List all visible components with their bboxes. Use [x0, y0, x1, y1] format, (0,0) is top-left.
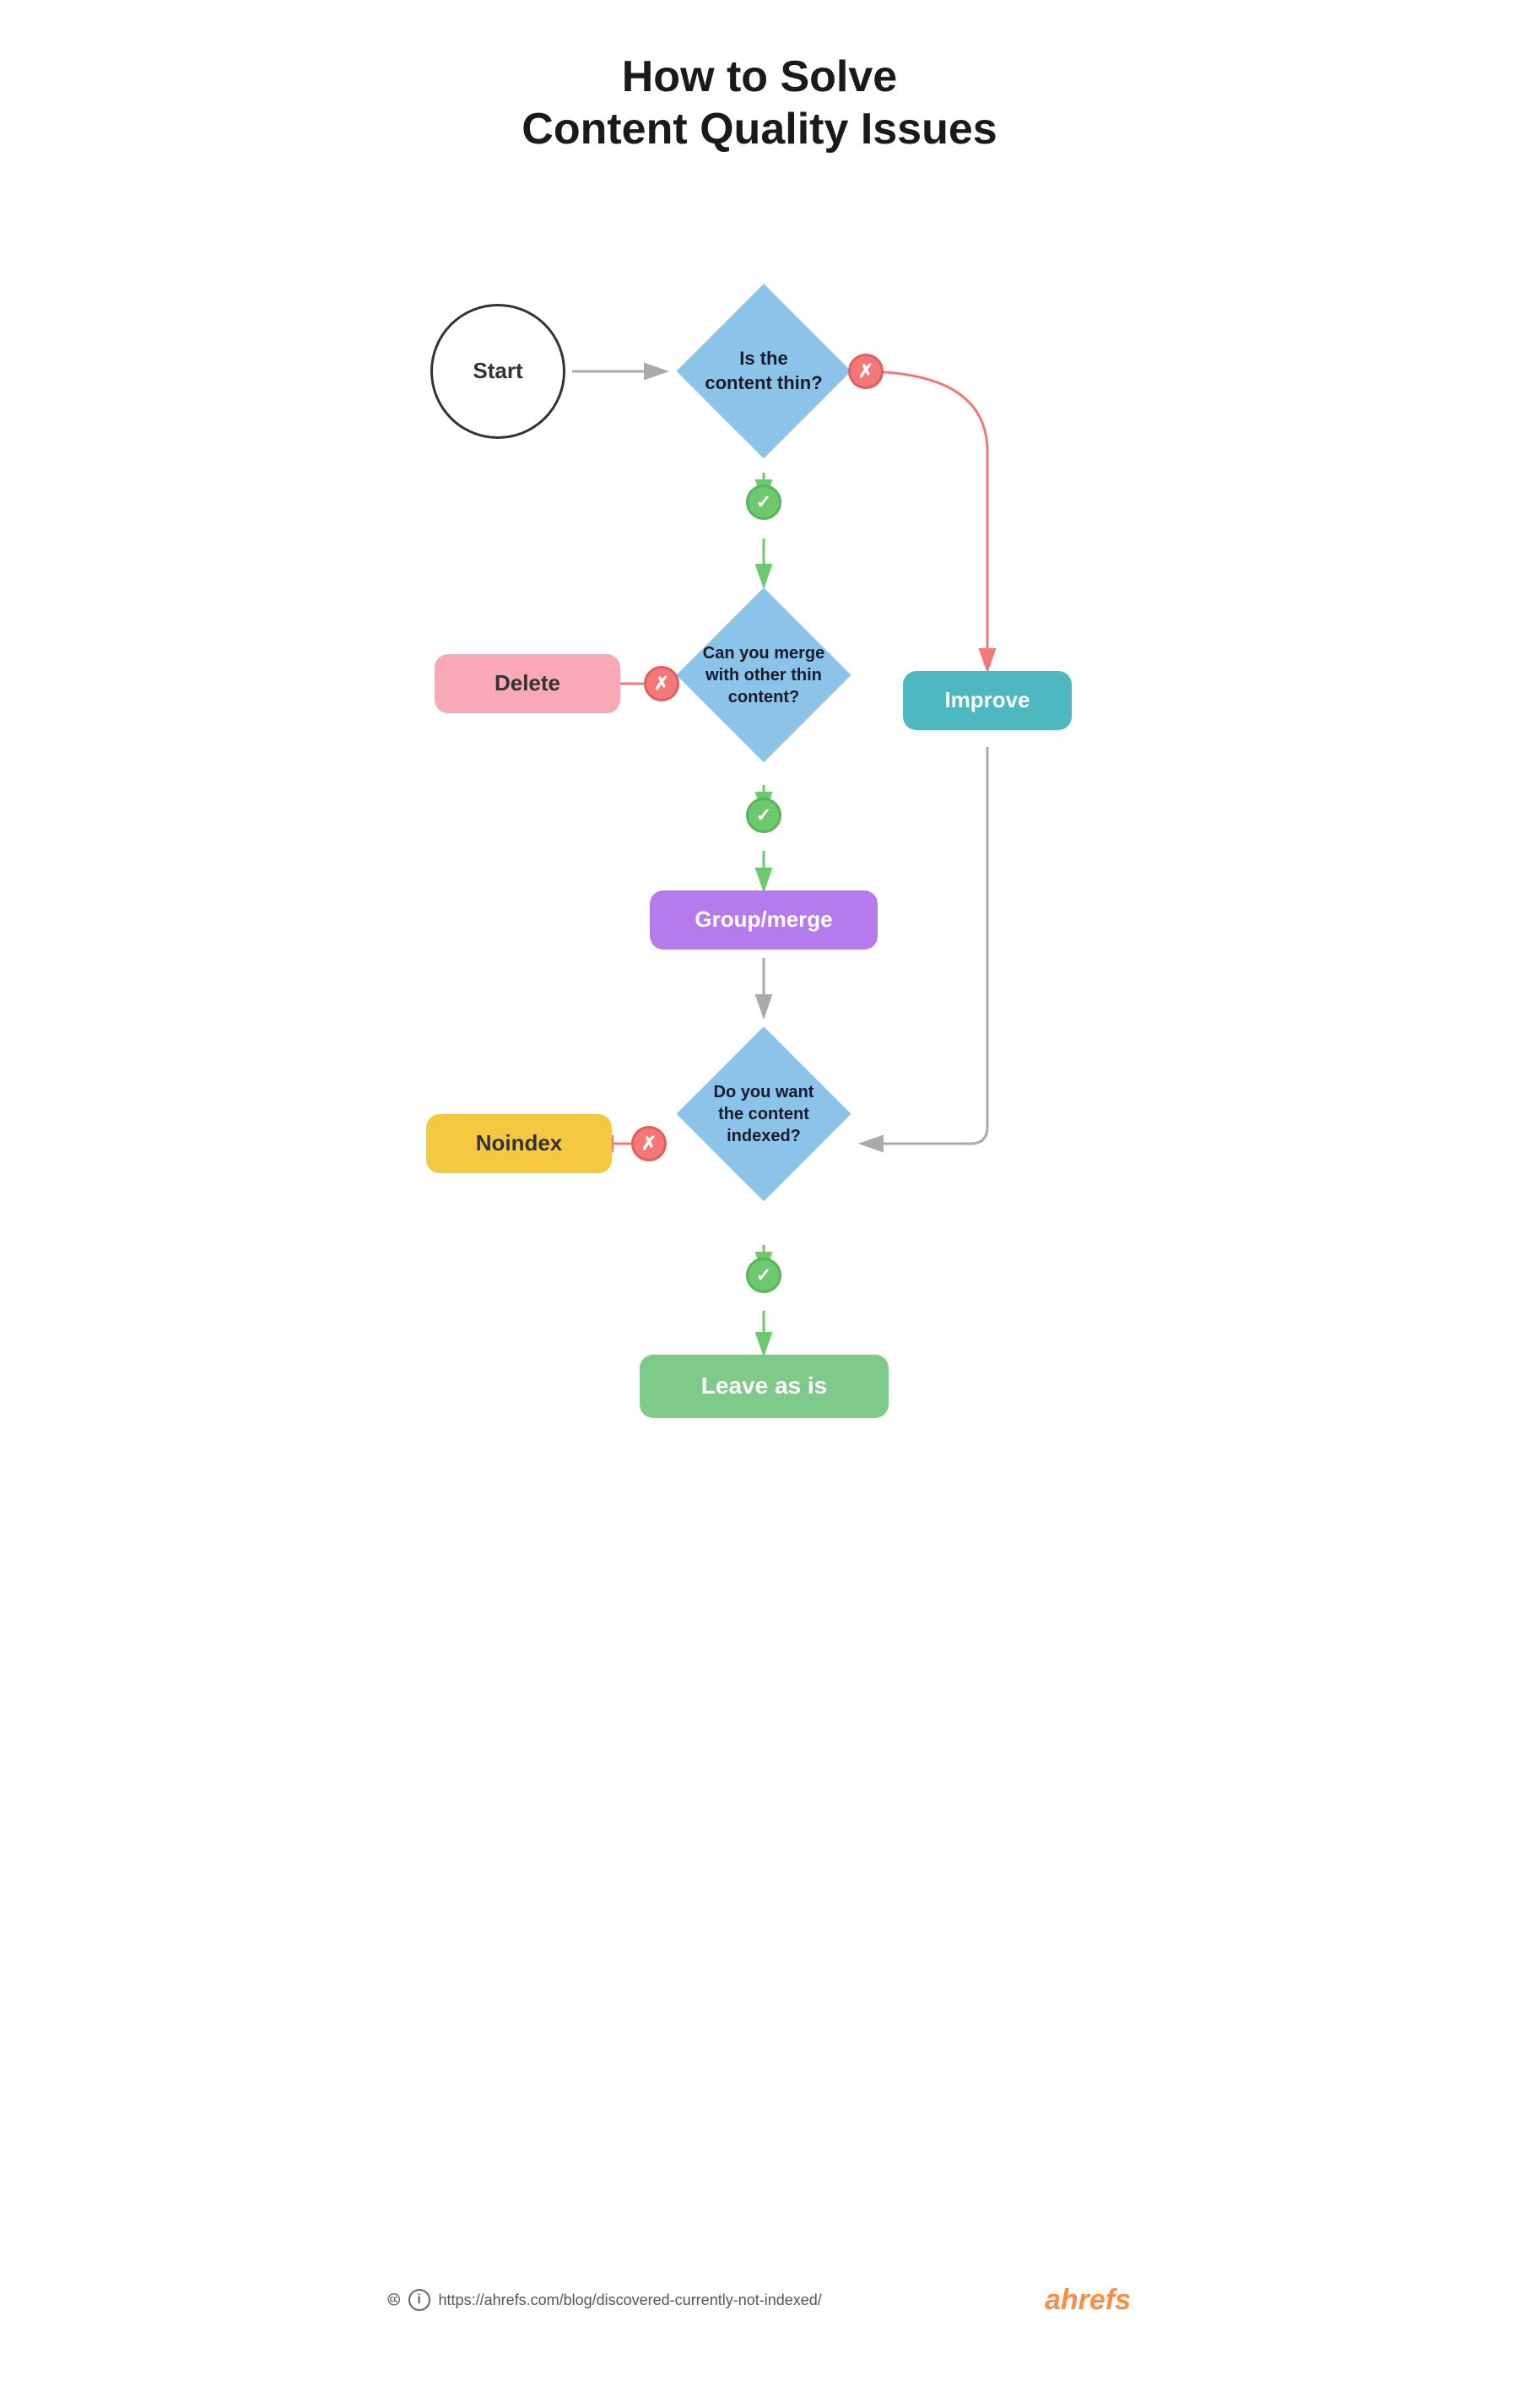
footer-url: https://ahrefs.com/blog/discovered-curre… [439, 2292, 822, 2309]
improve-node: Improve [903, 671, 1072, 730]
footer: 🅭 i https://ahrefs.com/blog/discovered-c… [380, 2284, 1139, 2317]
page-container: How to Solve Content Quality Issues [380, 0, 1139, 2317]
info-icon: i [408, 2289, 430, 2311]
connector-yes-3: ✓ [746, 1258, 781, 1293]
noindex-node: Noindex [426, 1114, 612, 1173]
start-node: Start [430, 304, 565, 439]
leave-as-is-node: Leave as is [640, 1355, 889, 1418]
connector-no-2: ✗ [644, 666, 679, 701]
cc-icon: 🅭 [388, 2289, 400, 2312]
arrows-svg [380, 224, 1139, 2249]
diamond1-wrapper: Is the content thin? [667, 274, 861, 468]
diamond1-shape [667, 274, 861, 468]
flowchart: Start Is the content thin? ✓ ✗ Can you m… [380, 224, 1139, 2249]
connector-no-1: ✗ [848, 354, 884, 389]
main-title: How to Solve Content Quality Issues [380, 51, 1139, 156]
diamond3-shape [667, 1017, 861, 1211]
brand-logo: ahrefs [1045, 2284, 1131, 2317]
connector-yes-1: ✓ [746, 484, 781, 520]
group-merge-node: Group/merge [650, 890, 878, 950]
footer-left: 🅭 i https://ahrefs.com/blog/discovered-c… [388, 2289, 822, 2312]
delete-node: Delete [435, 654, 620, 713]
diamond2-wrapper: Can you merge with other thin content? [667, 578, 861, 772]
diamond3-wrapper: Do you want the content indexed? [667, 1017, 861, 1211]
connector-yes-2: ✓ [746, 798, 781, 833]
diamond2-shape [667, 578, 861, 772]
connector-no-3: ✗ [631, 1126, 667, 1161]
